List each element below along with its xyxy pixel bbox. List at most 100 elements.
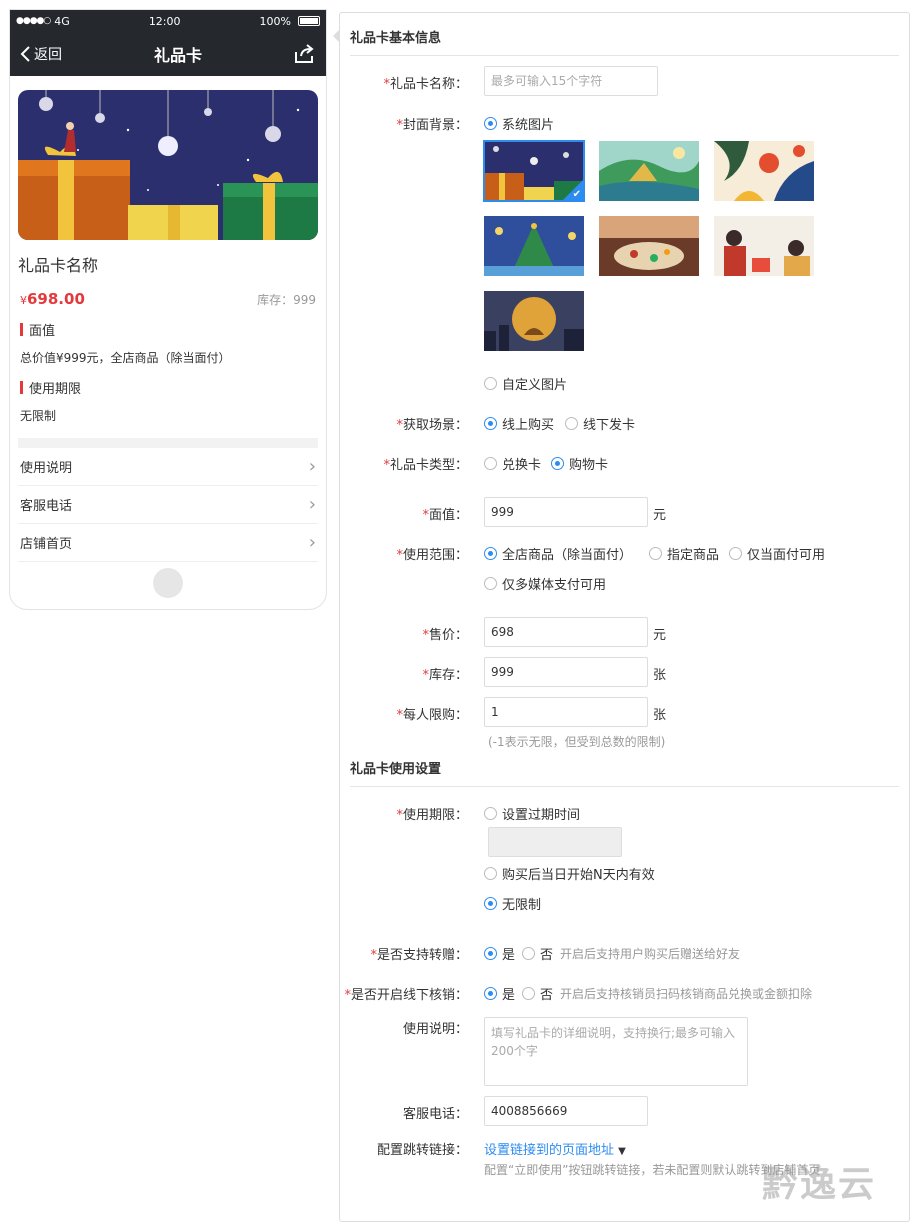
offline-hint: 开启后支持核销员扫码核销商品兑换或金额扣除	[560, 987, 813, 1001]
share-icon[interactable]	[294, 44, 316, 64]
radio-checked-icon	[484, 987, 497, 1000]
radio-unchecked-icon	[522, 987, 535, 1000]
instructions-textarea[interactable]: 填写礼品卡的详细说明，支持换行;最多可输入200个字	[484, 1017, 748, 1086]
section-basic-title: 礼品卡基本信息	[350, 31, 442, 46]
name-label: *礼品卡名称：	[383, 77, 468, 92]
transfer-hint: 开启后支持用户购买后赠送给好友	[560, 947, 741, 961]
cover-thumb-2[interactable]	[599, 141, 699, 201]
cover-thumb-1[interactable]: ✔	[483, 140, 585, 202]
offline-yes-option[interactable]: 是	[484, 984, 515, 1003]
stock-label: *库存：	[422, 668, 468, 683]
back-label: 返回	[34, 47, 62, 63]
section-divider	[350, 55, 899, 56]
radio-unchecked-icon	[484, 807, 497, 820]
link-shop-home[interactable]: 店铺首页 ›	[18, 524, 318, 562]
radio-checked-icon	[551, 457, 564, 470]
status-bar: ●●●●○ 4G 12:00 100%	[10, 10, 326, 32]
transfer-label: *是否支持转赠：	[370, 948, 468, 963]
validity-text: 无限制	[20, 409, 57, 423]
face-value-title: 面值	[20, 320, 316, 339]
carrier: 4G	[54, 14, 70, 28]
price-display: ¥698.00	[20, 290, 85, 308]
cover-thumb-3[interactable]	[714, 141, 814, 201]
phone-preview: ●●●●○4G 12:00 100% 返回 礼品卡 礼品卡名称 ¥698.00	[9, 9, 327, 610]
chevron-right-icon: ›	[308, 532, 316, 553]
section-divider	[350, 786, 899, 787]
chevron-right-icon: ›	[308, 456, 316, 477]
link-usage[interactable]: 使用说明 ›	[18, 448, 318, 486]
stock-display: 库存：999	[257, 293, 316, 307]
section-usage-title: 礼品卡使用设置	[350, 762, 442, 777]
status-time: 12:00	[148, 14, 181, 28]
scope-facepay-option[interactable]: 仅当面付可用	[729, 544, 825, 563]
radio-checked-icon	[484, 417, 497, 430]
radio-unchecked-icon	[729, 547, 742, 560]
link-service-phone[interactable]: 客服电话 ›	[18, 486, 318, 524]
battery-level: 100%	[259, 14, 291, 28]
scope-all-option[interactable]: 全店商品（除当面付）	[484, 544, 632, 563]
radio-checked-icon	[484, 117, 497, 130]
cover-thumb-4[interactable]	[484, 216, 584, 276]
stock-input[interactable]: 999	[484, 657, 648, 687]
validity-label: *使用期限：	[396, 808, 468, 823]
nav-title: 礼品卡	[153, 46, 202, 65]
card-name-input[interactable]: 最多可输入15个字符	[484, 66, 658, 96]
face-value-label: *面值：	[422, 508, 468, 523]
service-phone-label: 客服电话：	[402, 1107, 468, 1122]
radio-checked-icon	[484, 897, 497, 910]
face-value-unit: 元	[653, 508, 667, 523]
transfer-yes-option[interactable]: 是	[484, 944, 515, 963]
watermark-logo: 黔逸云	[762, 1164, 877, 1205]
limit-hint: (-1表示无限，但受到总数的限制)	[488, 735, 666, 749]
validity-unlimited-option[interactable]: 无限制	[484, 894, 541, 913]
cover-preview-image	[18, 90, 318, 240]
cover-thumb-7[interactable]	[484, 291, 584, 351]
home-button	[153, 568, 183, 598]
cover-thumb-6[interactable]	[714, 216, 814, 276]
validity-ndays-option[interactable]: 购买后当日开始N天内有效	[484, 864, 655, 883]
scope-specified-option[interactable]: 指定商品	[649, 544, 719, 563]
validity-title: 使用期限	[20, 378, 316, 397]
type-exchange-option[interactable]: 兑换卡	[484, 454, 541, 473]
jump-link-dropdown[interactable]: 设置链接到的页面地址 ▼	[484, 1139, 626, 1158]
radio-unchecked-icon	[522, 947, 535, 960]
caret-down-icon: ▼	[618, 1146, 626, 1157]
radio-unchecked-icon	[484, 457, 497, 470]
stock-unit: 张	[653, 668, 667, 683]
back-button[interactable]: 返回	[20, 44, 62, 64]
scope-multimedia-option[interactable]: 仅多媒体支付可用	[484, 574, 606, 593]
cover-thumb-5[interactable]	[599, 216, 699, 276]
radio-unchecked-icon	[649, 547, 662, 560]
instructions-label: 使用说明：	[402, 1022, 468, 1037]
scope-label: *使用范围：	[396, 548, 468, 563]
scene-offline-option[interactable]: 线下发卡	[565, 414, 635, 433]
transfer-no-option[interactable]: 否	[522, 944, 553, 963]
checkmark-icon: ✔	[572, 189, 581, 200]
expire-date-input[interactable]	[488, 827, 622, 857]
radio-checked-icon	[484, 947, 497, 960]
radio-checked-icon	[484, 547, 497, 560]
limit-input[interactable]: 1	[484, 697, 648, 727]
face-value-input[interactable]: 999	[484, 497, 648, 527]
price-input[interactable]: 698	[484, 617, 648, 647]
limit-unit: 张	[653, 708, 667, 723]
scene-label: *获取场景：	[396, 418, 468, 433]
validity-expire-option[interactable]: 设置过期时间	[484, 804, 580, 823]
radio-unchecked-icon	[484, 377, 497, 390]
limit-label: *每人限购：	[396, 708, 468, 723]
card-name-preview: 礼品卡名称	[18, 256, 99, 275]
type-label: *礼品卡类型：	[383, 458, 468, 473]
cover-custom-option[interactable]: 自定义图片	[484, 374, 567, 393]
radio-unchecked-icon	[484, 867, 497, 880]
scene-online-option[interactable]: 线上购买	[484, 414, 554, 433]
settings-panel: 礼品卡基本信息 *礼品卡名称： 最多可输入15个字符 *封面背景： 系统图片 ✔…	[339, 12, 910, 1222]
nav-bar: 返回 礼品卡	[10, 32, 326, 76]
service-phone-input[interactable]: 4008856669	[484, 1096, 648, 1126]
face-value-text: 总价值¥999元，全店商品（除当面付）	[20, 351, 231, 365]
price-label: *售价：	[422, 628, 468, 643]
radio-unchecked-icon	[565, 417, 578, 430]
offline-no-option[interactable]: 否	[522, 984, 553, 1003]
cover-system-option[interactable]: 系统图片	[484, 114, 554, 133]
battery-icon	[297, 16, 320, 26]
type-shopping-option[interactable]: 购物卡	[551, 454, 608, 473]
